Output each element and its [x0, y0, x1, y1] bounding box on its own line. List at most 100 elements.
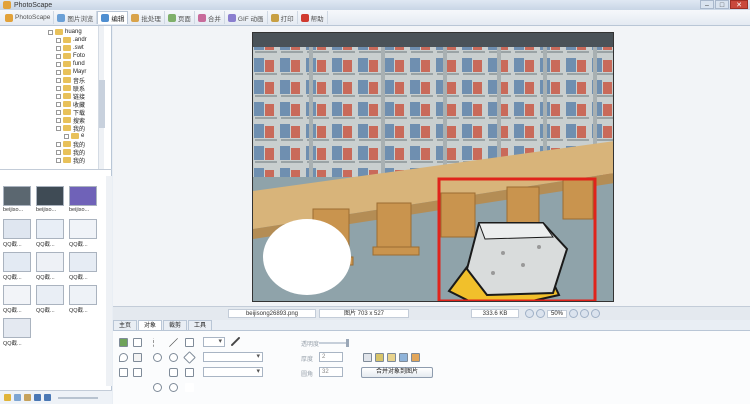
cursor-icon[interactable]	[361, 338, 370, 347]
expand-icon[interactable]	[56, 157, 61, 163]
fill-select[interactable]	[203, 367, 263, 377]
thumbnail-item[interactable]: QQ截...	[69, 285, 99, 315]
tab-photoscape[interactable]: PhotoScape	[2, 11, 55, 24]
expand-icon[interactable]	[56, 141, 61, 147]
ellipse-icon[interactable]	[169, 353, 178, 362]
diamond-icon[interactable]	[183, 351, 196, 364]
line-icon[interactable]	[169, 338, 178, 347]
delete-icon[interactable]	[363, 353, 372, 362]
expand-icon[interactable]	[56, 45, 61, 51]
thumbnail-scrollbar[interactable]	[106, 176, 112, 386]
select-arrow-icon[interactable]	[153, 338, 162, 347]
tree-item[interactable]: .swt	[56, 44, 84, 52]
expand-icon[interactable]	[56, 93, 61, 99]
expand-icon[interactable]	[56, 125, 61, 131]
expand-icon[interactable]	[64, 133, 69, 139]
tab-print[interactable]: 打印	[268, 11, 298, 24]
zoom-in-icon[interactable]	[569, 309, 579, 318]
eyedropper-icon[interactable]	[231, 337, 240, 346]
thumbnail-item[interactable]: QQ截...	[69, 219, 99, 249]
frame-icon[interactable]	[185, 368, 194, 377]
rounded-rect-icon[interactable]	[169, 368, 178, 377]
back-arrow-icon[interactable]	[34, 394, 41, 401]
folder-icon	[63, 37, 71, 43]
folder-add-icon[interactable]	[14, 394, 21, 401]
copy-icon[interactable]	[375, 353, 384, 362]
tab-help[interactable]: 帮助	[298, 11, 328, 24]
expand-icon[interactable]	[56, 37, 61, 43]
tree-scrollbar-thumb[interactable]	[99, 80, 105, 128]
tree-item[interactable]: huang	[48, 28, 82, 36]
smile-icon[interactable]	[153, 383, 162, 392]
thumbnail-item[interactable]: beijiso...	[36, 186, 66, 216]
circle-icon[interactable]	[153, 353, 162, 362]
thumbnail-image	[69, 285, 97, 305]
quote-icon[interactable]	[133, 368, 142, 377]
tab-page[interactable]: 页面	[165, 11, 195, 24]
paste-icon[interactable]	[387, 353, 396, 362]
tab-editor[interactable]: 编辑	[97, 11, 129, 24]
tree-item[interactable]: .andr	[56, 36, 87, 44]
maximize-button[interactable]: □	[715, 0, 729, 9]
thumbnail-item[interactable]: QQ截...	[3, 285, 33, 315]
tab-viewer[interactable]: 图片浏览	[54, 11, 98, 24]
color-select[interactable]	[203, 352, 263, 362]
zoom-out-icon[interactable]	[580, 309, 590, 318]
expand-icon[interactable]	[56, 69, 61, 75]
thumbnail-item[interactable]: beijiso...	[3, 186, 33, 216]
radius-input[interactable]: 32	[319, 367, 343, 377]
minimize-button[interactable]: –	[700, 0, 714, 9]
merge-objects-button[interactable]: 合并对象到图片	[361, 367, 433, 378]
circle-outline-icon[interactable]	[169, 383, 178, 392]
send-back-icon[interactable]	[411, 353, 420, 362]
text-object-icon[interactable]	[133, 338, 142, 347]
thumbnail-item[interactable]: QQ截...	[36, 219, 66, 249]
expand-icon[interactable]	[48, 29, 53, 35]
tree-item[interactable]: 我的	[56, 124, 85, 133]
line-style-select[interactable]	[203, 337, 225, 347]
tab-gif[interactable]: GIF 动画	[225, 11, 268, 24]
tree-item[interactable]: fund	[56, 60, 85, 68]
tree-scrollbar[interactable]	[98, 26, 105, 169]
symbol-icon[interactable]	[119, 368, 128, 377]
star-icon[interactable]	[4, 394, 11, 401]
close-button[interactable]: ✕	[730, 0, 748, 9]
forward-arrow-icon[interactable]	[44, 394, 51, 401]
thumbnail-item[interactable]: QQ截...	[36, 285, 66, 315]
rectangle-icon[interactable]	[185, 338, 194, 347]
edited-photo[interactable]	[252, 32, 614, 302]
speech-bubble-icon[interactable]	[119, 353, 128, 362]
text-tool-icon[interactable]	[133, 353, 142, 362]
expand-icon[interactable]	[56, 101, 61, 107]
fit-icon[interactable]	[525, 309, 534, 318]
tree-item[interactable]: 我的	[56, 156, 85, 165]
transparency-slider[interactable]	[319, 339, 349, 347]
thumbnail-item[interactable]: QQ截...	[69, 252, 99, 282]
expand-icon[interactable]	[56, 85, 61, 91]
expand-icon[interactable]	[56, 109, 61, 115]
expand-icon[interactable]	[56, 61, 61, 67]
thickness-input[interactable]: 2	[319, 352, 343, 362]
rotate-icon[interactable]	[591, 309, 601, 318]
zoom-value[interactable]: 50%	[547, 309, 568, 318]
star-shape-icon[interactable]	[153, 368, 162, 377]
thumbnail-item[interactable]: QQ截...	[3, 318, 33, 348]
thumbnail-size-slider[interactable]	[58, 396, 98, 399]
expand-icon[interactable]	[56, 53, 61, 59]
expand-icon[interactable]	[56, 149, 61, 155]
thumbnail-item[interactable]: QQ截...	[36, 252, 66, 282]
folder-up-icon[interactable]	[24, 394, 31, 401]
expand-icon[interactable]	[56, 77, 61, 83]
thumbnail-item[interactable]: QQ截...	[3, 252, 33, 282]
tab-combine[interactable]: 合并	[195, 11, 225, 24]
photo-object-icon[interactable]	[119, 338, 128, 347]
actual-size-icon[interactable]	[536, 309, 545, 318]
bring-front-icon[interactable]	[399, 353, 408, 362]
star-outline-icon[interactable]	[185, 383, 194, 392]
thumbnail-item[interactable]: beijiso...	[69, 186, 99, 216]
expand-icon[interactable]	[56, 117, 61, 123]
thumbnail-item[interactable]: QQ截...	[3, 219, 33, 249]
tab-batch[interactable]: 批处理	[128, 11, 165, 24]
tree-item[interactable]: Foto	[56, 52, 85, 60]
thumbnail-caption: QQ截...	[3, 341, 22, 347]
